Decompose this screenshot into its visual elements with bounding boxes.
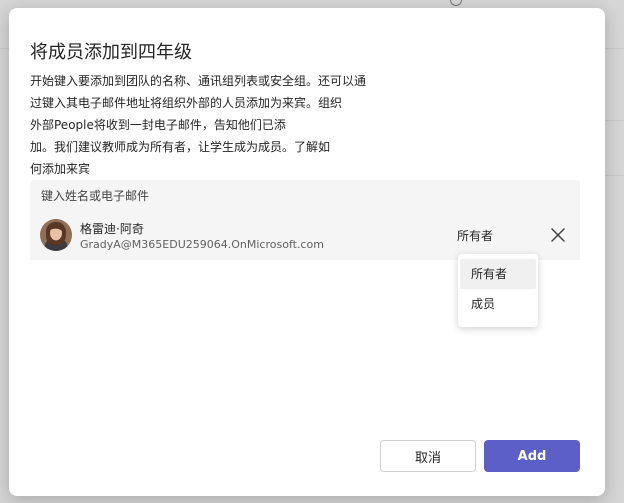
add-members-dialog: 将成员添加到四年级 开始键入要添加到团队的名称、通讯组列表或安全组。还可以通 过… <box>9 8 605 496</box>
bg-divider <box>605 175 624 176</box>
bg-divider <box>605 120 624 121</box>
learn-more-link[interactable]: 何添加来宾 <box>30 158 410 180</box>
avatar <box>40 219 72 251</box>
cancel-button[interactable]: 取消 <box>380 440 476 472</box>
role-option-member[interactable]: 成员 <box>460 289 536 319</box>
bg-divider <box>0 48 9 49</box>
add-button[interactable]: Add <box>484 440 580 472</box>
selected-person-row: 格雷迪·阿奇 GradyA@M365EDU259064.OnMicrosoft.… <box>30 211 580 260</box>
description-line: 开始键入要添加到团队的名称、通讯组列表或安全组。还可以通 <box>30 74 367 88</box>
description-line: 外部People将收到一封电子邮件，告知他们已添 <box>30 118 286 132</box>
role-option-owner[interactable]: 所有者 <box>460 259 536 289</box>
close-icon <box>551 228 565 242</box>
bg-divider <box>605 48 624 49</box>
person-name: 格雷迪·阿奇 <box>80 222 144 236</box>
people-picker: 格雷迪·阿奇 GradyA@M365EDU259064.OnMicrosoft.… <box>30 180 580 260</box>
role-dropdown[interactable]: 所有者 <box>457 227 493 244</box>
description-line: 加。我们建议教师成为所有者，让学生成为成员。了解如 <box>30 140 331 154</box>
dialog-title: 将成员添加到四年级 <box>30 42 192 63</box>
dialog-description: 开始键入要添加到团队的名称、通讯组列表或安全组。还可以通 过键入其电子邮件地址将… <box>30 70 410 180</box>
person-photo-icon <box>40 219 72 251</box>
people-search-input[interactable] <box>30 180 580 211</box>
info-icon <box>450 0 462 6</box>
person-email: GradyA@M365EDU259064.OnMicrosoft.com <box>80 238 324 251</box>
role-menu: 所有者 成员 <box>458 254 538 327</box>
remove-person-button[interactable] <box>546 223 570 247</box>
description-line: 过键入其电子邮件地址将组织外部的人员添加为来宾。组织 <box>30 96 343 110</box>
